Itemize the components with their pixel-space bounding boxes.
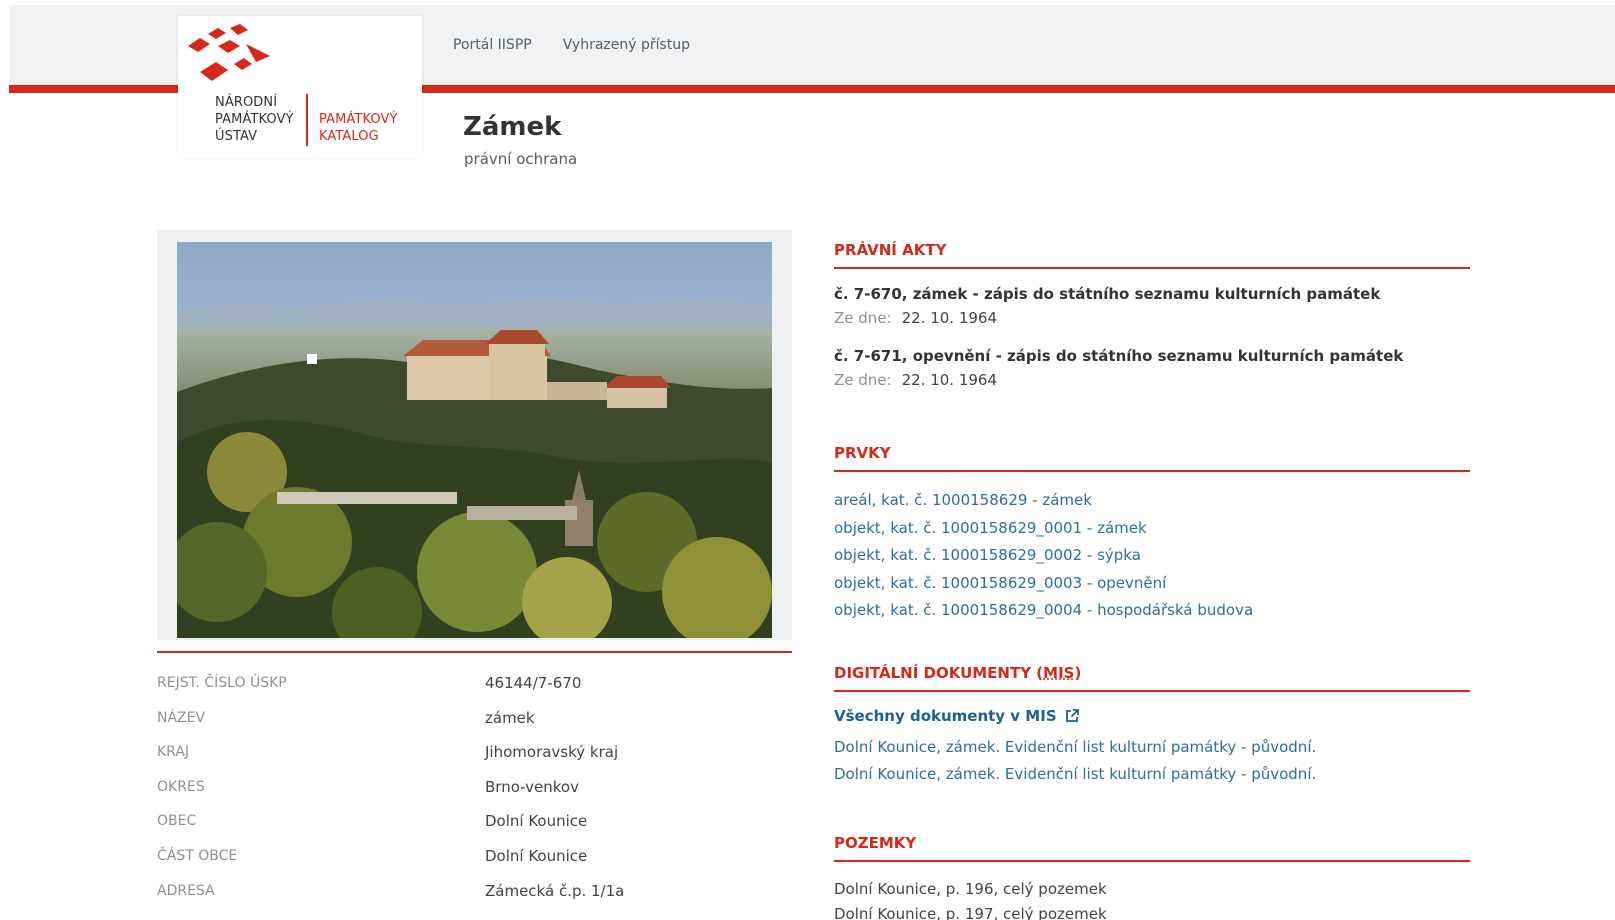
legal-act-date: Ze dne: 22. 10. 1964 <box>834 371 1470 389</box>
npu-logo-icon <box>188 24 270 81</box>
detail-row-municipality-part: ČÁST OBCE Dolní Kounice <box>157 843 792 878</box>
document-link[interactable]: Dolní Kounice, zámek. Evidenční list kul… <box>834 761 1470 788</box>
legal-acts-section: PRÁVNÍ AKTY č. 7-670, zámek - zápis do s… <box>834 241 1470 389</box>
org-name: NÁRODNÍ PAMÁTKOVÝ ÚSTAV <box>215 95 294 144</box>
all-documents-link[interactable]: Všechny dokumenty v MIS <box>834 707 1079 725</box>
documents-heading: DIGITÁLNÍ DOKUMENTY (MIS) <box>834 664 1470 692</box>
details-list: REJST. ČÍSLO ÚSKP 46144/7-670 NÁZEV záme… <box>157 670 792 912</box>
detail-row-name: NÁZEV zámek <box>157 705 792 740</box>
mis-abbreviation[interactable]: MIS <box>1043 664 1074 682</box>
detail-row-district: OKRES Brno-venkov <box>157 774 792 809</box>
detail-row-address: ADRESA Zámecká č.p. 1/1a <box>157 878 792 913</box>
date-value: 22. 10. 1964 <box>901 309 998 327</box>
detail-value: Brno-venkov <box>485 777 579 796</box>
page-subtitle: právní ochrana <box>464 150 578 168</box>
catalog-name: PAMÁTKOVÝ KATALOG <box>319 112 398 144</box>
detail-value: Dolní Kounice <box>485 846 588 865</box>
detail-row-registry-number: REJST. ČÍSLO ÚSKP 46144/7-670 <box>157 670 792 705</box>
elements-section: PRVKY areál, kat. č. 1000158629 - zámek … <box>834 444 1470 625</box>
parcel-item: Dolní Kounice, p. 196, celý pozemek <box>834 880 1107 898</box>
detail-label: NÁZEV <box>157 709 206 726</box>
elements-list: areál, kat. č. 1000158629 - zámek objekt… <box>834 487 1470 625</box>
detail-label: OBEC <box>157 813 197 830</box>
photo-frame <box>157 230 792 640</box>
external-link-icon <box>1065 709 1079 722</box>
nav-link-restricted-access[interactable]: Vyhrazený přístup <box>563 37 690 53</box>
detail-label: ČÁST OBCE <box>157 847 238 864</box>
parcel-item: Dolní Kounice, p. 197, celý pozemek <box>834 905 1107 920</box>
site-logo[interactable]: NÁRODNÍ PAMÁTKOVÝ ÚSTAV PAMÁTKOVÝ KATALO… <box>178 16 422 158</box>
documents-list: Dolní Kounice, zámek. Evidenční list kul… <box>834 734 1470 788</box>
element-link[interactable]: objekt, kat. č. 1000158629_0002 - sýpka <box>834 542 1470 570</box>
legal-act-title: č. 7-671, opevnění - zápis do státního s… <box>834 347 1404 365</box>
detail-label: ADRESA <box>157 882 215 899</box>
legal-act-item: č. 7-670, zámek - zápis do státního sezn… <box>834 285 1470 327</box>
detail-row-region: KRAJ Jihomoravský kraj <box>157 739 792 774</box>
detail-label: KRAJ <box>157 744 190 761</box>
documents-section: DIGITÁLNÍ DOKUMENTY (MIS) Všechny dokume… <box>834 664 1470 788</box>
element-link[interactable]: objekt, kat. č. 1000158629_0004 - hospod… <box>834 597 1470 625</box>
element-link[interactable]: objekt, kat. č. 1000158629_0003 - opevně… <box>834 570 1470 598</box>
detail-label: REJST. ČÍSLO ÚSKP <box>157 675 287 691</box>
document-link[interactable]: Dolní Kounice, zámek. Evidenční list kul… <box>834 734 1470 761</box>
legal-act-date: Ze dne: 22. 10. 1964 <box>834 309 1470 327</box>
elements-heading: PRVKY <box>834 444 1470 472</box>
detail-value: zámek <box>485 708 535 727</box>
page-title: Zámek <box>463 112 562 142</box>
parcels-section: POZEMKY Dolní Kounice, p. 196, celý poze… <box>834 834 1470 920</box>
legal-acts-heading: PRÁVNÍ AKTY <box>834 241 1470 269</box>
detail-row-municipality: OBEC Dolní Kounice <box>157 808 792 843</box>
detail-label: OKRES <box>157 778 205 795</box>
page: NÁRODNÍ PAMÁTKOVÝ ÚSTAV PAMÁTKOVÝ KATALO… <box>0 0 1615 920</box>
parcels-heading: POZEMKY <box>834 834 1470 862</box>
top-navigation: Portál IISPP Vyhrazený přístup <box>453 37 690 53</box>
legal-act-title: č. 7-670, zámek - zápis do státního sezn… <box>834 285 1381 303</box>
castle-photo[interactable] <box>177 242 772 638</box>
legal-act-item: č. 7-671, opevnění - zápis do státního s… <box>834 347 1470 389</box>
date-value: 22. 10. 1964 <box>901 371 998 389</box>
date-label: Ze dne: <box>834 371 892 389</box>
date-label: Ze dne: <box>834 309 892 327</box>
detail-value: Jihomoravský kraj <box>485 743 619 762</box>
photo-divider <box>157 651 792 653</box>
logo-separator <box>306 94 308 146</box>
nav-link-portal-iispp[interactable]: Portál IISPP <box>453 37 532 53</box>
detail-value: Dolní Kounice <box>485 812 588 831</box>
detail-value: Zámecká č.p. 1/1a <box>485 881 625 900</box>
parcels-list: Dolní Kounice, p. 196, celý pozemek Doln… <box>834 877 1470 920</box>
detail-value: 46144/7-670 <box>485 674 582 692</box>
element-link[interactable]: objekt, kat. č. 1000158629_0001 - zámek <box>834 515 1470 543</box>
element-link[interactable]: areál, kat. č. 1000158629 - zámek <box>834 487 1470 515</box>
all-documents-row: Všechny dokumenty v MIS <box>834 706 1470 725</box>
